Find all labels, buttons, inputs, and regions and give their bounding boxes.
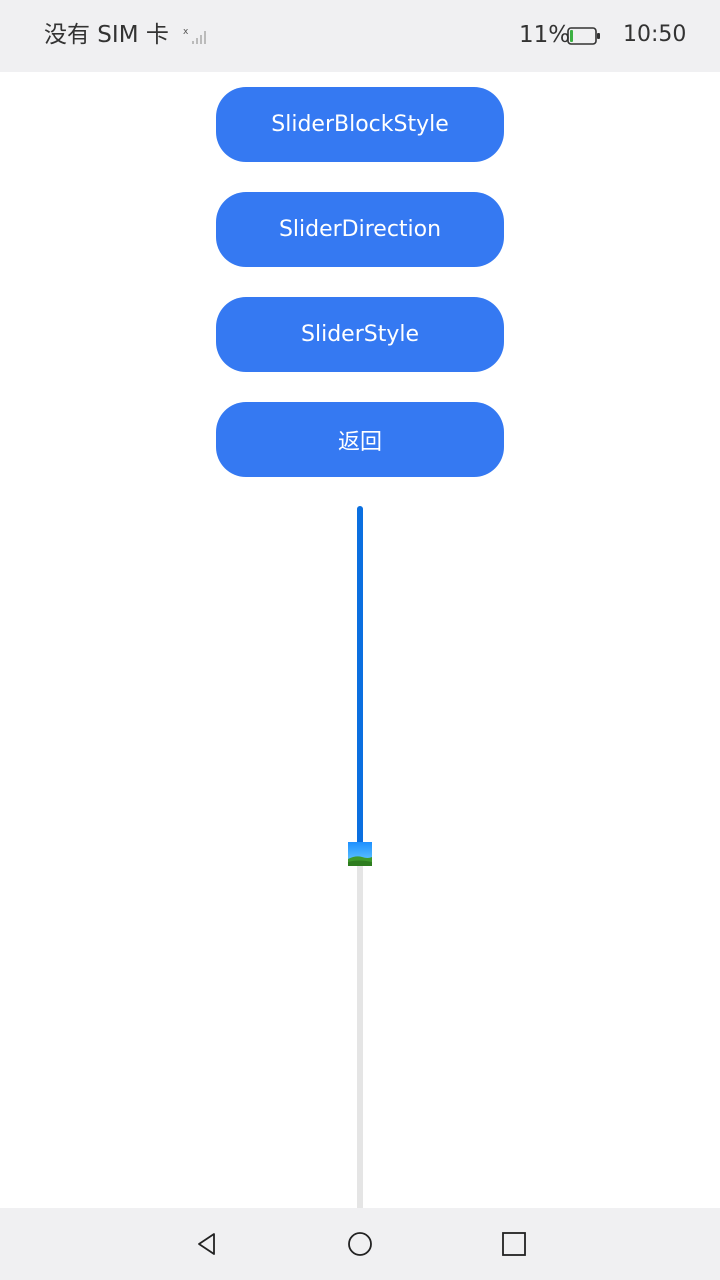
navigation-bar <box>0 1208 720 1280</box>
clock: 10:50 <box>623 22 687 47</box>
back-triangle-icon[interactable] <box>194 1230 222 1258</box>
image-thumb-icon[interactable] <box>348 842 372 866</box>
recent-square-icon[interactable] <box>500 1230 528 1258</box>
carrier-label: 没有 SIM 卡 <box>44 22 169 48</box>
svg-text:x: x <box>183 27 189 37</box>
slider-fill <box>357 506 363 854</box>
signal-no-sim-icon: x <box>183 27 206 44</box>
battery-icon <box>567 27 600 45</box>
slider-direction-button[interactable]: SliderDirection <box>216 192 504 267</box>
battery-percent: 11% <box>519 22 571 48</box>
slider-style-button[interactable]: SliderStyle <box>216 297 504 372</box>
slider-block-style-button[interactable]: SliderBlockStyle <box>216 87 504 162</box>
status-bar: 没有 SIM 卡 x 11% 10:50 <box>0 0 720 72</box>
back-button[interactable]: 返回 <box>216 402 504 477</box>
vertical-slider[interactable] <box>340 506 380 1280</box>
home-circle-icon[interactable] <box>346 1230 374 1258</box>
